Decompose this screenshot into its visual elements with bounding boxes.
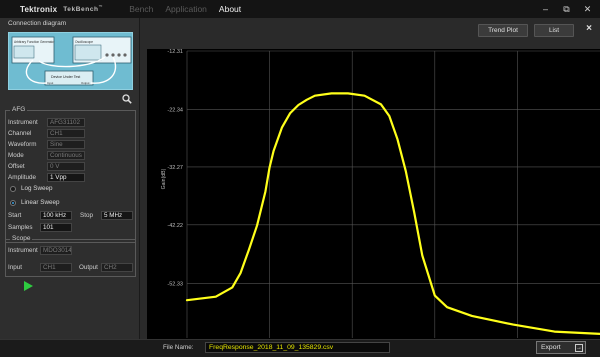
zoom-diagram-icon[interactable]	[122, 94, 132, 106]
dut-input-label: Input	[47, 81, 53, 85]
file-name-field[interactable]: FreqResponse_2018_11_09_135829.csv	[205, 342, 390, 353]
log-sweep-label: Log Sweep	[21, 185, 53, 192]
trend-plot-button[interactable]: Trend Plot	[478, 24, 528, 37]
linear-sweep-radio-dot[interactable]	[10, 199, 16, 206]
frequency-response-plot: 510001051000205100030510004051000-12.31-…	[147, 49, 600, 353]
app-name: TekBench™	[63, 4, 103, 13]
menu-bench[interactable]: Bench	[129, 4, 153, 14]
brand-logo: Tektronix	[20, 4, 58, 14]
file-name-label: File Name:	[163, 344, 194, 351]
afg-title: AFG	[10, 106, 28, 113]
scope-input-field[interactable]: CH1	[40, 263, 72, 272]
close-window-icon[interactable]: ✕	[581, 3, 594, 15]
scope-output-field[interactable]: CH2	[101, 263, 133, 272]
afg-channel-label: Channel	[8, 129, 32, 137]
connection-diagram-title: Connection diagram	[8, 20, 67, 27]
gain-series-line	[185, 92, 600, 335]
minimize-icon[interactable]: –	[539, 3, 552, 15]
scope-input-label: Input	[8, 263, 23, 271]
left-panel: Connection diagram Arbitrary Function Ge…	[0, 18, 140, 339]
afg-offset-field[interactable]: 0 V	[47, 162, 85, 171]
log-sweep-radio-dot[interactable]	[10, 185, 16, 192]
export-label: Export	[541, 344, 561, 351]
linear-sweep-label: Linear Sweep	[21, 199, 60, 206]
samples-label: Samples	[8, 223, 33, 231]
log-sweep-radio[interactable]: Log Sweep	[10, 185, 53, 192]
afg-instrument-label: Instrument	[8, 118, 38, 126]
list-button[interactable]: List	[534, 24, 574, 37]
export-icon: →	[575, 344, 583, 352]
export-button[interactable]: Export →	[536, 341, 586, 354]
trademark-mark: ™	[98, 4, 104, 10]
afg-waveform-label: Waveform	[8, 140, 37, 148]
scope-device-label: Oscilloscope	[75, 40, 93, 44]
samples-field[interactable]: 101	[40, 223, 72, 232]
afg-mode-label: Mode	[8, 151, 24, 159]
afg-device-label: Arbitrary Function Generator	[14, 40, 55, 44]
afg-offset-label: Offset	[8, 162, 25, 170]
run-play-icon[interactable]	[22, 280, 34, 294]
y-tick-label: -22.34	[167, 107, 183, 113]
chart-svg: 510001051000205100030510004051000-12.31-…	[161, 49, 600, 353]
linear-sweep-radio[interactable]: Linear Sweep	[10, 199, 60, 206]
y-axis-label: Gain(dB)	[161, 168, 167, 189]
scope-instrument-field[interactable]: MDO3014	[40, 246, 72, 255]
afg-instrument-field[interactable]: AFG31102	[47, 118, 85, 127]
afg-amplitude-field[interactable]: 1 Vpp	[47, 173, 85, 182]
y-tick-label: -42.22	[167, 223, 183, 229]
main-menu: Bench Application About	[117, 4, 241, 14]
start-field[interactable]: 100 kHz	[40, 211, 72, 220]
stop-field[interactable]: 5 MHz	[101, 211, 133, 220]
title-bar: Tektronix TekBench™ Bench Application Ab…	[0, 0, 600, 18]
scope-title: Scope	[10, 235, 33, 242]
close-plot-icon[interactable]: ×	[586, 23, 592, 34]
menu-about[interactable]: About	[219, 4, 241, 14]
scope-output-label: Output	[79, 263, 98, 271]
scope-instrument-label: Instrument	[8, 246, 38, 254]
connection-diagram: Arbitrary Function Generator Oscilloscop…	[8, 32, 133, 90]
dut-output-label: Output	[81, 81, 90, 85]
window-controls: – ⧉ ✕	[531, 3, 594, 15]
app-name-text: TekBench	[63, 6, 99, 14]
bottom-bar: File Name: FreqResponse_2018_11_09_13582…	[0, 339, 600, 357]
stop-label: Stop	[80, 211, 93, 219]
dut-label: Device Under Test	[51, 75, 80, 79]
afg-mode-field[interactable]: Continuous	[47, 151, 85, 160]
afg-waveform-field[interactable]: Sine	[47, 140, 85, 149]
menu-application[interactable]: Application	[165, 4, 207, 14]
main-area: Trend Plot List × 5100010510002051000305…	[141, 18, 600, 353]
connection-diagram-graphic: Arbitrary Function Generator Oscilloscop…	[11, 36, 132, 86]
afg-amplitude-label: Amplitude	[8, 173, 37, 181]
y-tick-label: -12.31	[167, 49, 183, 55]
start-label: Start	[8, 211, 22, 219]
y-tick-label: -32.27	[167, 165, 183, 171]
afg-channel-field[interactable]: CH1	[47, 129, 85, 138]
y-tick-label: -52.33	[167, 282, 183, 288]
restore-icon[interactable]: ⧉	[560, 3, 573, 15]
